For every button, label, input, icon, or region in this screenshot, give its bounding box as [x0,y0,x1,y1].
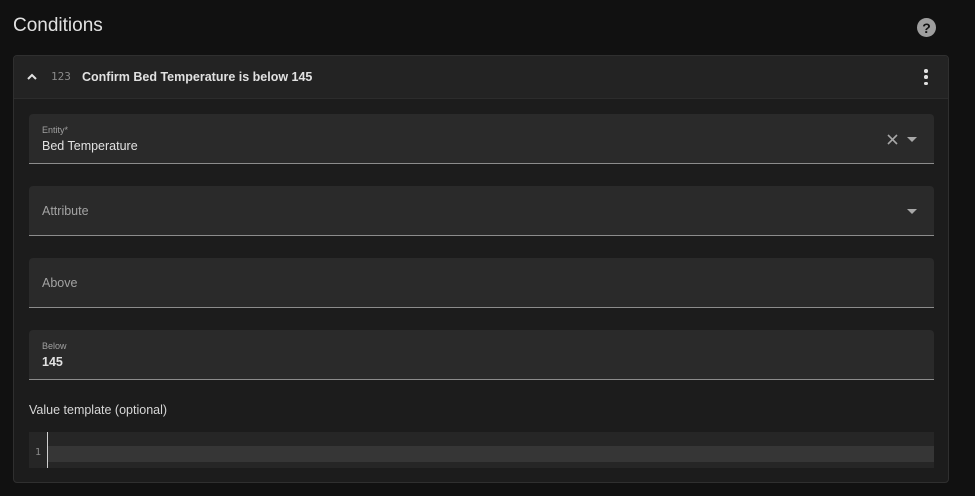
dots-vertical-icon[interactable] [919,68,933,86]
entity-field[interactable]: Entity* Bed Temperature [29,114,934,164]
menu-down-icon[interactable] [907,137,917,143]
close-icon[interactable] [886,133,899,146]
chevron-up-icon[interactable] [25,70,39,84]
help-icon[interactable]: ? [917,18,936,37]
condition-card-header[interactable]: 123 Confirm Bed Temperature is below 145 [14,56,948,99]
active-line [47,446,934,462]
numeric-icon: 123 [51,70,71,83]
value-template-label: Value template (optional) [29,403,168,417]
below-field-value: 145 [42,355,63,369]
above-field-label: Above [42,276,78,290]
entity-field-label: Entity* [42,125,69,135]
menu-down-icon[interactable] [907,209,917,215]
text-cursor [47,432,48,468]
entity-field-value: Bed Temperature [42,139,138,153]
above-field[interactable]: Above [29,258,934,308]
value-template-editor[interactable]: 1 [29,432,934,468]
condition-title: Confirm Bed Temperature is below 145 [82,70,313,84]
line-number: 1 [35,447,42,458]
attribute-field-label: Attribute [42,204,89,218]
below-field[interactable]: Below 145 [29,330,934,380]
condition-card: 123 Confirm Bed Temperature is below 145… [13,55,949,483]
below-field-label: Below [42,341,67,351]
section-title: Conditions [13,15,103,36]
attribute-field[interactable]: Attribute [29,186,934,236]
